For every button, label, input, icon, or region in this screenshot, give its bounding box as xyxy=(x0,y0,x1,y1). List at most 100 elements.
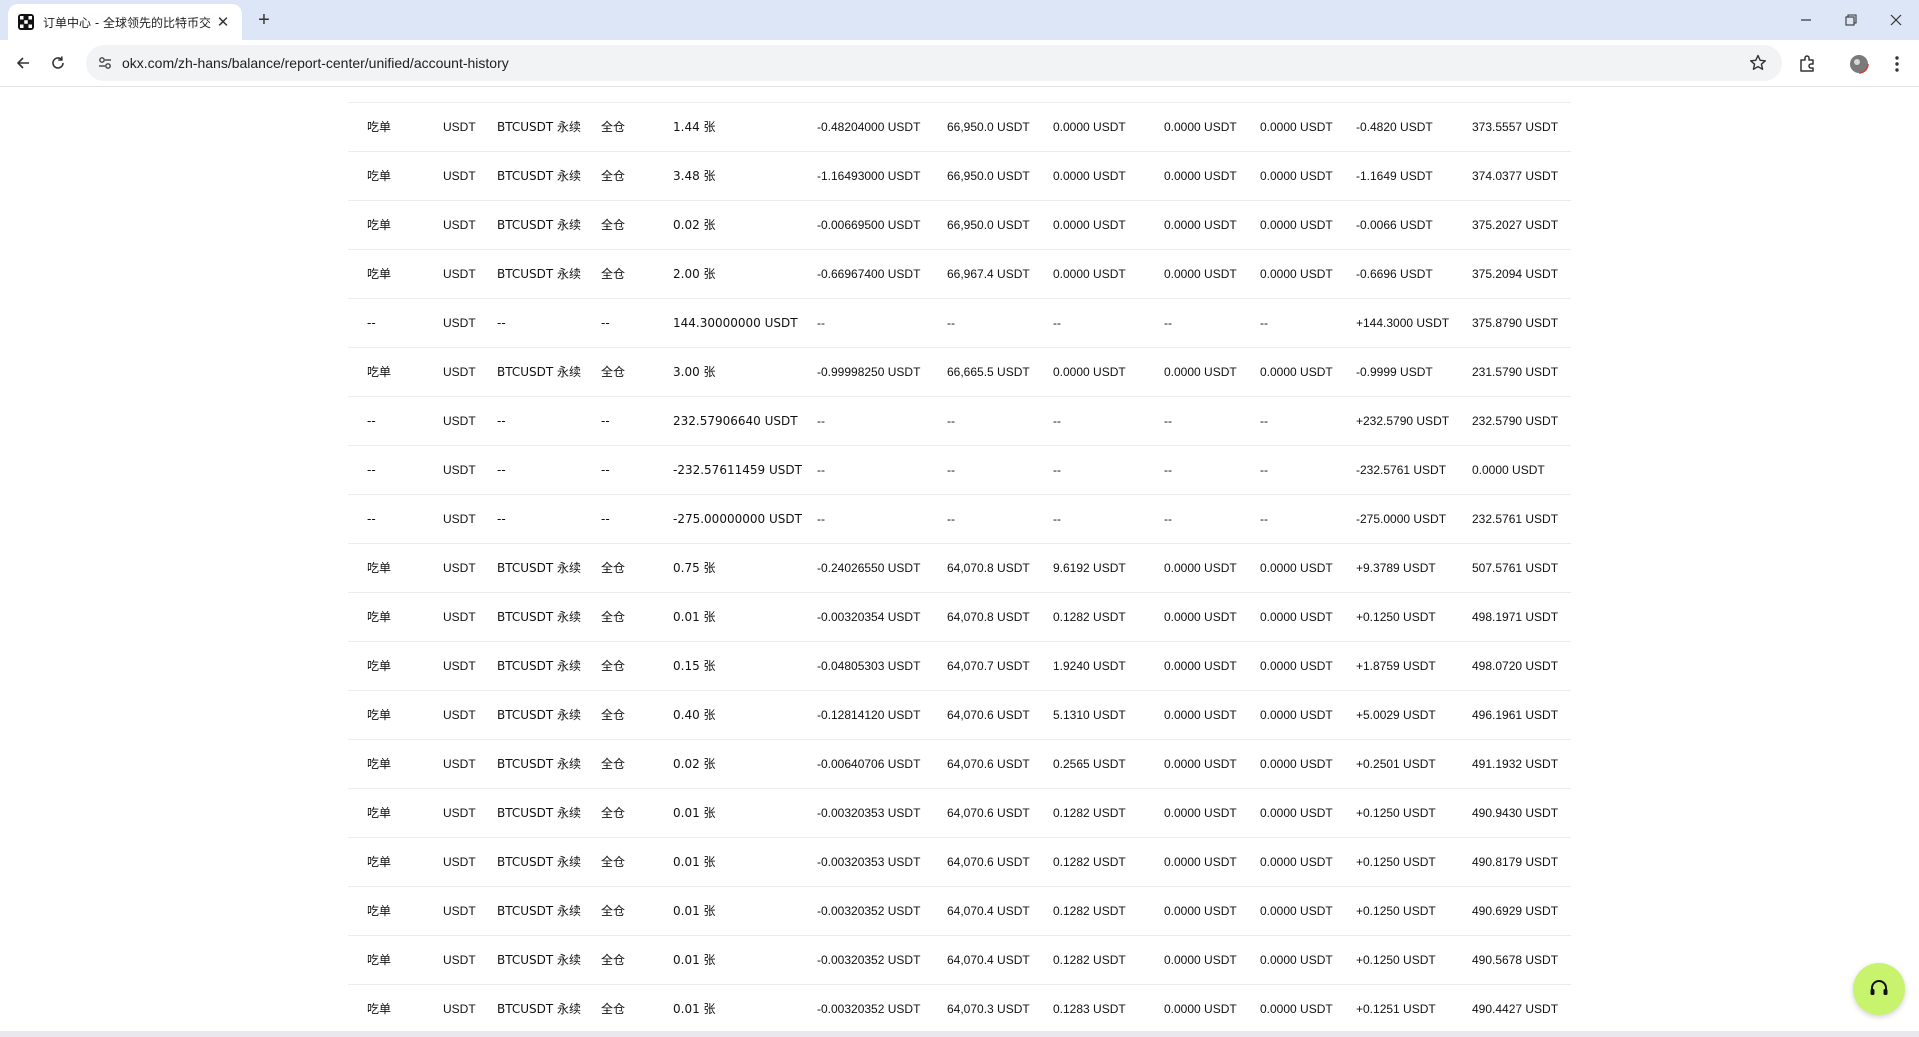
table-cell: 0.0000 USDT xyxy=(1053,267,1126,281)
extensions-puzzle-icon[interactable] xyxy=(1796,53,1818,75)
tab-close-icon[interactable]: ✕ xyxy=(214,13,232,31)
table-cell: BTCUSDT 永续 xyxy=(497,757,582,771)
table-cell: 507.5761 USDT xyxy=(1472,561,1559,575)
headset-icon[interactable] xyxy=(1853,963,1905,1015)
table-cell: 490.8179 USDT xyxy=(1472,855,1559,869)
table-cell: 232.57906640 USDT xyxy=(673,414,798,428)
table-cell: -1.16493000 USDT xyxy=(817,169,921,183)
table-cell: USDT xyxy=(443,806,476,820)
table-row: 吃单 USDT BTCUSDT 永续 全仓 0.01 张 -0.00320352 USDT… xyxy=(348,985,1571,1031)
minimize-icon[interactable] xyxy=(1783,0,1829,40)
table-cell: 全仓 xyxy=(601,610,626,624)
table-row: 吃单 USDT BTCUSDT 永续 全仓 0.02 张 -0.00640706 USDT… xyxy=(348,740,1571,789)
table-cell: USDT xyxy=(443,512,476,526)
table-cell: 490.6929 USDT xyxy=(1472,904,1559,918)
table-cell: -232.5761 USDT xyxy=(1356,463,1447,477)
table-cell: +232.5790 USDT xyxy=(1356,414,1450,428)
profile-avatar[interactable] xyxy=(1848,53,1870,75)
table-row: 吃单 USDT BTCUSDT 永续 全仓 3.48 张 -1.16493000 USDT… xyxy=(348,152,1571,201)
table-cell: USDT xyxy=(443,757,476,771)
table-cell: 吃单 xyxy=(367,169,392,183)
table-cell: 0.0000 USDT xyxy=(1260,855,1333,869)
table-row: 吃单 USDT BTCUSDT 永续 全仓 0.01 张 -0.00320352 USDT… xyxy=(348,887,1571,936)
close-window-icon[interactable] xyxy=(1873,0,1919,40)
table-cell: USDT xyxy=(443,561,476,575)
table-cell: 吃单 xyxy=(367,757,392,771)
table-cell: -- xyxy=(601,316,610,330)
table-cell: USDT xyxy=(443,904,476,918)
table-cell: -- xyxy=(947,414,955,428)
table-cell: USDT xyxy=(443,365,476,379)
table-cell: BTCUSDT 永续 xyxy=(497,708,582,722)
bookmark-star-icon[interactable] xyxy=(1748,53,1768,73)
table-cell: BTCUSDT 永续 xyxy=(497,561,582,575)
table-cell: 375.2027 USDT xyxy=(1472,218,1559,232)
table-cell: 0.0000 USDT xyxy=(1053,169,1126,183)
table-cell: -- xyxy=(1164,512,1172,526)
table-cell: +0.1251 USDT xyxy=(1356,1002,1436,1016)
table-body: 吃单 USDT BTCUSDT 永续 全仓 1.44 张 -0.48204000 USDT… xyxy=(348,103,1571,1031)
table-cell: -- xyxy=(817,316,825,330)
table-cell: USDT xyxy=(443,316,476,330)
table-cell: +9.3789 USDT xyxy=(1356,561,1436,575)
table-cell: USDT xyxy=(443,855,476,869)
table-cell: 64,070.7 USDT xyxy=(947,659,1030,673)
table-cell: +0.2501 USDT xyxy=(1356,757,1436,771)
table-cell: 144.30000000 USDT xyxy=(673,316,798,330)
address-bar[interactable]: okx.com/zh-hans/balance/report-center/un… xyxy=(86,45,1782,81)
table-cell: -1.1649 USDT xyxy=(1356,169,1433,183)
table-cell: 1.44 张 xyxy=(673,120,716,134)
browser-menu-icon[interactable] xyxy=(1886,53,1908,75)
table-cell: 全仓 xyxy=(601,708,626,722)
table-cell: USDT xyxy=(443,708,476,722)
table-cell: 全仓 xyxy=(601,757,626,771)
table-cell: 0.0000 USDT xyxy=(1260,218,1333,232)
table-cell: -- xyxy=(497,463,506,477)
new-tab-button[interactable]: + xyxy=(252,6,276,34)
table-cell: 64,070.4 USDT xyxy=(947,953,1030,967)
table-cell: -- xyxy=(497,512,506,526)
table-cell: 吃单 xyxy=(367,1002,392,1016)
table-cell: 全仓 xyxy=(601,659,626,673)
table-cell: 0.0000 USDT xyxy=(1260,169,1333,183)
table-cell: +0.1250 USDT xyxy=(1356,953,1436,967)
table-cell: 吃单 xyxy=(367,365,392,379)
table-cell: 0.02 张 xyxy=(673,757,716,771)
table-cell: 3.00 张 xyxy=(673,365,716,379)
table-cell: -- xyxy=(1053,414,1061,428)
table-cell: 0.0000 USDT xyxy=(1164,1002,1237,1016)
table-cell: 全仓 xyxy=(601,561,626,575)
table-row: 吃单 USDT BTCUSDT 永续 全仓 0.02 张 -0.00669500 USDT… xyxy=(348,201,1571,250)
table-cell: 0.2565 USDT xyxy=(1053,757,1126,771)
table-cell: -0.00320354 USDT xyxy=(817,610,921,624)
table-header-row-partially-scrolled xyxy=(348,87,1571,103)
table-cell: 66,967.4 USDT xyxy=(947,267,1030,281)
table-cell: 2.00 张 xyxy=(673,267,716,281)
table-cell: 498.1971 USDT xyxy=(1472,610,1559,624)
table-cell: 232.5790 USDT xyxy=(1472,414,1559,428)
table-cell: 66,665.5 USDT xyxy=(947,365,1030,379)
table-cell: 64,070.6 USDT xyxy=(947,806,1030,820)
table-cell: BTCUSDT 永续 xyxy=(497,267,582,281)
restore-icon[interactable] xyxy=(1828,0,1874,40)
table-cell: -- xyxy=(367,512,376,526)
table-cell: 全仓 xyxy=(601,904,626,918)
table-cell: 0.0000 USDT xyxy=(1260,904,1333,918)
table-cell: -- xyxy=(1164,316,1172,330)
table-cell: 吃单 xyxy=(367,267,392,281)
table-cell: 64,070.6 USDT xyxy=(947,708,1030,722)
table-cell: BTCUSDT 永续 xyxy=(497,659,582,673)
table-cell: -0.00320353 USDT xyxy=(817,855,921,869)
table-cell: +144.3000 USDT xyxy=(1356,316,1450,330)
reload-icon[interactable] xyxy=(43,48,73,78)
site-settings-icon[interactable] xyxy=(96,54,114,72)
page-content: 吃单 USDT BTCUSDT 永续 全仓 1.44 张 -0.48204000 USDT… xyxy=(0,87,1919,1031)
back-arrow-icon[interactable] xyxy=(8,48,38,78)
table-cell: -- xyxy=(817,512,825,526)
table-cell: USDT xyxy=(443,218,476,232)
browser-tab-active[interactable]: 订单中心 - 全球领先的比特币交 ✕ xyxy=(8,4,242,40)
table-cell: -0.04805303 USDT xyxy=(817,659,921,673)
table-cell: 0.0000 USDT xyxy=(1260,561,1333,575)
url-text[interactable]: okx.com/zh-hans/balance/report-center/un… xyxy=(122,45,509,81)
table-cell: 0.0000 USDT xyxy=(1164,610,1237,624)
